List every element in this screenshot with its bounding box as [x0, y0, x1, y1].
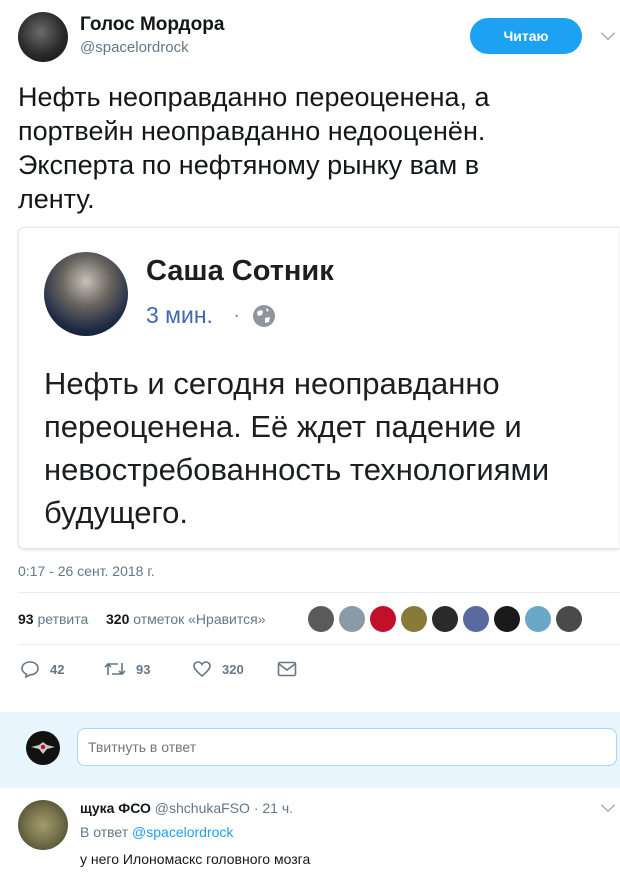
embed-line: Нефть и сегодня неоправданно — [44, 366, 500, 401]
tweet-text: Нефть неоправданно переоценена, а портве… — [18, 80, 608, 216]
liker-avatar[interactable] — [432, 606, 458, 632]
reply-icon — [21, 661, 39, 679]
reply-header: щука ФСО @shchukaFSO · 21 ч. — [80, 800, 293, 816]
retweet-label: ретвита — [37, 611, 89, 627]
embed-line: невостребованность технологиями — [44, 452, 550, 487]
reply-author-name[interactable]: щука ФСО — [80, 800, 151, 816]
retweet-count: 93 — [18, 611, 34, 627]
liker-avatar[interactable] — [370, 606, 396, 632]
reply-count: 42 — [50, 661, 65, 677]
current-user-avatar[interactable] — [26, 731, 60, 765]
retweet-action[interactable]: 93 — [104, 659, 150, 679]
reply-input[interactable] — [77, 728, 617, 766]
divider — [18, 644, 620, 645]
liker-avatar[interactable] — [339, 606, 365, 632]
in-reply-to: В ответ @spacelordrock — [80, 824, 233, 840]
embed-avatar — [44, 252, 128, 336]
embed-line: будущего. — [44, 495, 189, 530]
follow-button[interactable]: Читаю — [470, 18, 582, 54]
tweet-line: Нефть неоправданно переоценена, а — [18, 82, 490, 112]
reply-author-handle[interactable]: @shchukaFSO — [155, 800, 250, 816]
heart-icon — [193, 661, 211, 678]
envelope-icon — [277, 661, 297, 677]
retweet-icon — [104, 662, 126, 676]
liker-avatar[interactable] — [308, 606, 334, 632]
reply-author-avatar[interactable] — [18, 800, 68, 850]
reply-dot: · — [253, 800, 259, 816]
tweet-timestamp[interactable]: 0:17 - 26 сент. 2018 г. — [18, 563, 155, 579]
tweet-line: Эксперта по нефтяному рынку вам в — [18, 150, 480, 180]
like-label: отметок «Нравится» — [133, 611, 266, 627]
embed-name: Саша Сотник — [146, 255, 334, 287]
liker-avatar[interactable] — [525, 606, 551, 632]
liker-avatar[interactable] — [463, 606, 489, 632]
in-reply-prefix: В ответ — [80, 824, 129, 840]
author-avatar[interactable] — [18, 12, 68, 62]
liker-avatar[interactable] — [556, 606, 582, 632]
divider — [18, 592, 620, 593]
like-stats[interactable]: 320 отметок «Нравится» — [106, 611, 266, 627]
retweet-stats[interactable]: 93 ретвита — [18, 611, 88, 627]
embed-time: 3 мин. — [146, 302, 213, 328]
author-name[interactable]: Голос Мордора — [80, 14, 224, 36]
reply-text: у него Илономаскс головного мозга — [80, 851, 311, 867]
reply-action[interactable]: 42 — [20, 659, 64, 679]
reply-time[interactable]: 21 ч. — [262, 800, 293, 816]
like-action[interactable]: 320 — [192, 659, 244, 679]
globe-icon — [252, 304, 276, 333]
retweet-action-count: 93 — [136, 661, 151, 677]
liker-avatar[interactable] — [401, 606, 427, 632]
like-action-count: 320 — [222, 661, 244, 677]
direct-message-action[interactable] — [277, 661, 297, 682]
tweet-line: ленту. — [18, 184, 95, 214]
embed-separator: · — [233, 302, 241, 327]
eagle-logo-icon — [31, 742, 55, 754]
embed-text: Нефть и сегодня неоправданно переоценена… — [44, 362, 604, 534]
chevron-down-icon[interactable] — [600, 797, 616, 813]
chevron-down-icon[interactable] — [600, 25, 616, 41]
like-count: 320 — [106, 611, 130, 627]
tweet-line: портвейн неоправданно недооценён. — [18, 116, 486, 146]
liker-avatar[interactable] — [494, 606, 520, 632]
embed-line: переоценена. Её ждет падение и — [44, 409, 522, 444]
in-reply-handle-link[interactable]: @spacelordrock — [132, 824, 233, 840]
author-handle[interactable]: @spacelordrock — [80, 39, 189, 56]
